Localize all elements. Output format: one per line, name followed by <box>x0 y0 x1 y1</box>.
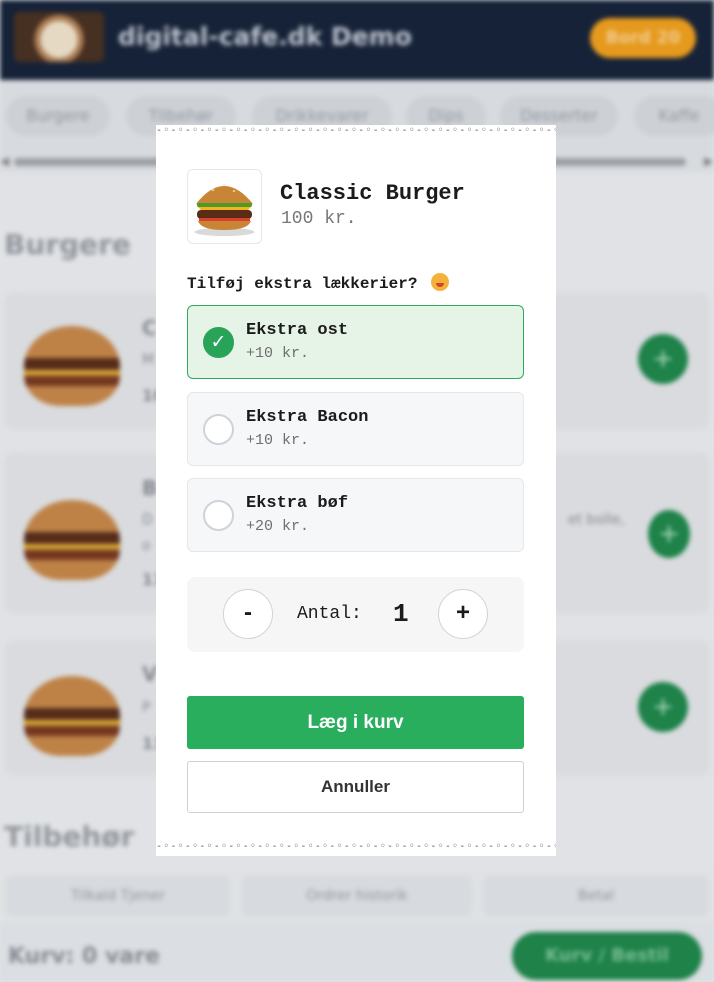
smiley-emoji-icon <box>431 273 450 291</box>
burger-thumbnail <box>187 169 262 244</box>
decrease-quantity-button[interactable]: - <box>223 589 273 639</box>
perforated-edge-bottom: -◦-◦-◦-◦-◦-◦-◦-◦-◦-◦-◦-◦-◦-◦-◦-◦-◦-◦-◦-◦… <box>156 841 556 852</box>
checked-radio-icon[interactable]: ✓ <box>203 327 234 358</box>
quantity-stepper: - Antal: 1 + <box>187 577 524 652</box>
extra-option-ost[interactable]: ✓ Ekstra ost +10 kr. <box>187 305 524 379</box>
quantity-value: 1 <box>393 599 409 629</box>
extra-option-bacon[interactable]: Ekstra Bacon +10 kr. <box>187 392 524 466</box>
extra-option-price: +20 kr. <box>246 518 310 535</box>
extra-option-bof[interactable]: Ekstra bøf +20 kr. <box>187 478 524 552</box>
cancel-button[interactable]: Annuller <box>187 761 524 813</box>
extra-option-price: +10 kr. <box>246 345 310 362</box>
extras-heading: Tilføj ekstra lækkerier? <box>187 273 450 293</box>
extra-option-name: Ekstra ost <box>246 321 349 340</box>
increase-quantity-button[interactable]: + <box>438 589 488 639</box>
perforated-edge-top: -◦-◦-◦-◦-◦-◦-◦-◦-◦-◦-◦-◦-◦-◦-◦-◦-◦-◦-◦-◦… <box>156 125 556 136</box>
extras-heading-text: Tilføj ekstra lækkerier? <box>187 275 418 293</box>
add-to-cart-button[interactable]: Læg i kurv <box>187 696 524 749</box>
extra-option-name: Ekstra Bacon <box>246 408 369 427</box>
item-name: Classic Burger <box>280 181 465 206</box>
extra-option-name: Ekstra bøf <box>246 494 349 513</box>
item-price: 100 kr. <box>281 209 357 229</box>
unchecked-radio-icon[interactable] <box>203 414 234 445</box>
extra-option-price: +10 kr. <box>246 432 310 449</box>
extras-modal: -◦-◦-◦-◦-◦-◦-◦-◦-◦-◦-◦-◦-◦-◦-◦-◦-◦-◦-◦-◦… <box>156 125 556 856</box>
quantity-label: Antal: <box>297 604 362 624</box>
unchecked-radio-icon[interactable] <box>203 500 234 531</box>
